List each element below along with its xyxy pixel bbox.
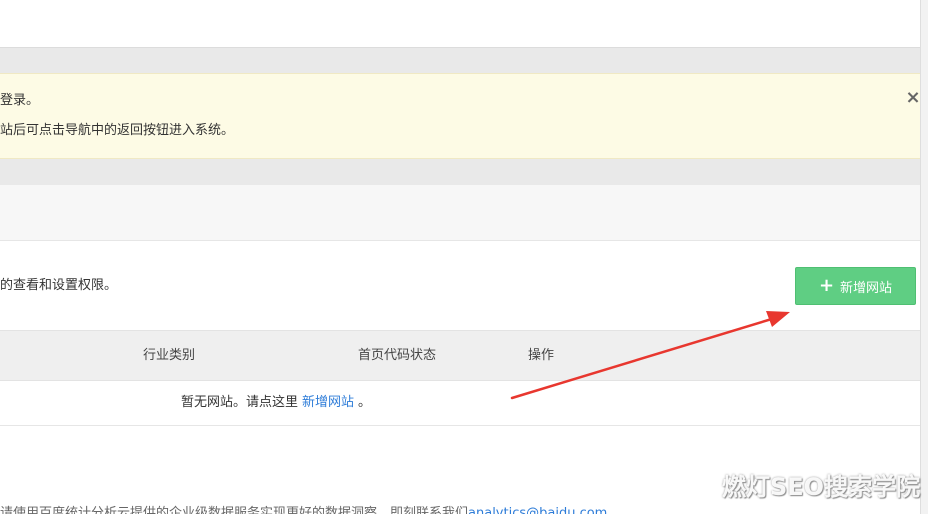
alert-text-line-2: 站后可点击导航中的返回按钮进入系统。 bbox=[0, 123, 235, 138]
window-scrollbar[interactable] bbox=[920, 0, 928, 514]
column-header-actions: 操作 bbox=[528, 348, 555, 363]
top-header-bar bbox=[0, 0, 920, 48]
empty-state-text: 暂无网站。请点这里 bbox=[181, 395, 299, 410]
alert-close-icon[interactable]: × bbox=[905, 88, 921, 108]
footer-promo-sentence: 请使用百度统计分析云提供的企业级数据服务实现更好的数据洞察，即刻联系我们 bbox=[0, 506, 469, 514]
column-header-code-status: 首页代码状态 bbox=[358, 348, 437, 363]
table-header: 行业类别 首页代码状态 操作 bbox=[0, 330, 920, 381]
watermark-text: 燃灯SEO搜索学院 bbox=[722, 473, 921, 501]
footer-promo-text: 请使用百度统计分析云提供的企业级数据服务实现更好的数据洞察，即刻联系我们anal… bbox=[0, 506, 607, 514]
empty-state-message: 暂无网站。请点这里 新增网站。 bbox=[181, 394, 371, 412]
plus-icon: + bbox=[818, 275, 835, 296]
column-header-industry: 行业类别 bbox=[143, 348, 196, 363]
alert-text-line-1: 登录。 bbox=[0, 93, 40, 108]
add-website-label: 新增网站 bbox=[840, 280, 893, 296]
panel-header bbox=[0, 185, 920, 241]
empty-state-suffix: 。 bbox=[358, 395, 372, 410]
table-row-empty: 暂无网站。请点这里 新增网站。 bbox=[0, 381, 920, 426]
contact-email-link[interactable]: analytics@baidu.com bbox=[468, 506, 607, 514]
panel-description: 的查看和设置权限。 bbox=[0, 278, 118, 293]
add-website-button[interactable]: + 新增网站 bbox=[795, 267, 916, 305]
notice-alert: 登录。 站后可点击导航中的返回按钮进入系统。 bbox=[0, 73, 920, 159]
add-website-link[interactable]: 新增网站 bbox=[302, 395, 354, 410]
site-list-panel: 的查看和设置权限。 + 新增网站 行业类别 首页代码状态 操作 暂无网站。请点这… bbox=[0, 185, 920, 514]
